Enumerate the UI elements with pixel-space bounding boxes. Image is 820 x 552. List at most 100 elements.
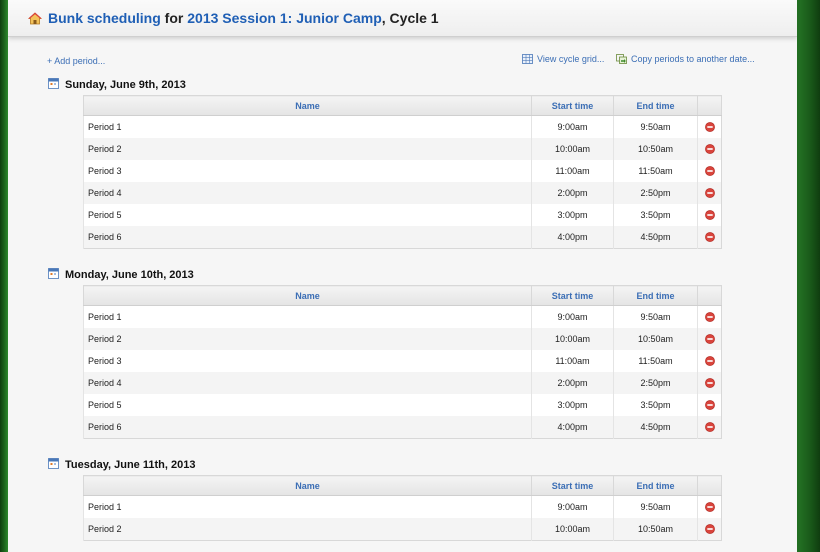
delete-cell xyxy=(697,204,722,226)
column-header-start[interactable]: Start time xyxy=(531,285,614,306)
period-name[interactable]: Period 6 xyxy=(83,226,532,249)
table-row[interactable]: Period 4 2:00pm 2:50pm xyxy=(83,182,722,204)
delete-cell xyxy=(697,182,722,204)
period-start: 10:00am xyxy=(531,138,614,160)
grid-icon xyxy=(522,54,533,64)
delete-icon[interactable] xyxy=(704,378,715,388)
period-name[interactable]: Period 4 xyxy=(83,372,532,394)
period-end: 3:50pm xyxy=(613,394,698,416)
table-row[interactable]: Period 3 11:00am 11:50am xyxy=(83,350,722,372)
delete-cell xyxy=(697,394,722,416)
period-end: 11:50am xyxy=(613,160,698,182)
column-header-actions xyxy=(697,285,722,306)
view-cycle-grid-label: View cycle grid... xyxy=(537,54,605,64)
period-name[interactable]: Period 5 xyxy=(83,394,532,416)
copy-icon xyxy=(616,54,627,64)
period-start: 9:00am xyxy=(531,495,614,518)
period-start: 3:00pm xyxy=(531,394,614,416)
copy-periods-label: Copy periods to another date... xyxy=(631,54,755,64)
delete-cell xyxy=(697,350,722,372)
session-link[interactable]: 2013 Session 1: Junior Camp xyxy=(187,10,382,26)
day-heading: Tuesday, June 11th, 2013 xyxy=(48,458,195,472)
column-header-actions xyxy=(697,95,722,116)
day-title: Monday, June 10th, 2013 xyxy=(65,269,194,281)
delete-icon[interactable] xyxy=(704,232,715,242)
period-name[interactable]: Period 6 xyxy=(83,416,532,439)
period-name[interactable]: Period 5 xyxy=(83,204,532,226)
delete-cell xyxy=(697,328,722,350)
table-header-row: Name Start time End time xyxy=(83,285,722,306)
home-icon[interactable] xyxy=(28,12,42,25)
period-name[interactable]: Period 1 xyxy=(83,115,532,138)
delete-cell xyxy=(697,305,722,328)
period-name[interactable]: Period 3 xyxy=(83,160,532,182)
copy-periods-link[interactable]: Copy periods to another date... xyxy=(616,54,755,64)
delete-cell xyxy=(697,115,722,138)
delete-icon[interactable] xyxy=(704,166,715,176)
table-row[interactable]: Period 6 4:00pm 4:50pm xyxy=(83,416,722,439)
period-name[interactable]: Period 1 xyxy=(83,495,532,518)
view-cycle-grid-link[interactable]: View cycle grid... xyxy=(522,54,604,64)
delete-icon[interactable] xyxy=(704,312,715,322)
table-row[interactable]: Period 5 3:00pm 3:50pm xyxy=(83,394,722,416)
delete-icon[interactable] xyxy=(704,122,715,132)
column-header-start[interactable]: Start time xyxy=(531,95,614,116)
period-start: 10:00am xyxy=(531,518,614,541)
day-title: Tuesday, June 11th, 2013 xyxy=(65,459,196,471)
period-start: 4:00pm xyxy=(531,226,614,249)
period-name[interactable]: Period 2 xyxy=(83,328,532,350)
table-row[interactable]: Period 1 9:00am 9:50am xyxy=(83,495,722,518)
column-header-name[interactable]: Name xyxy=(83,285,532,306)
delete-icon[interactable] xyxy=(704,188,715,198)
period-name[interactable]: Period 3 xyxy=(83,350,532,372)
column-header-start[interactable]: Start time xyxy=(531,475,614,496)
table-row[interactable]: Period 2 10:00am 10:50am xyxy=(83,138,722,160)
period-end: 3:50pm xyxy=(613,204,698,226)
period-end: 2:50pm xyxy=(613,372,698,394)
delete-icon[interactable] xyxy=(704,422,715,432)
column-header-end[interactable]: End time xyxy=(613,95,698,116)
table-row[interactable]: Period 5 3:00pm 3:50pm xyxy=(83,204,722,226)
table-row[interactable]: Period 1 9:00am 9:50am xyxy=(83,115,722,138)
table-row[interactable]: Period 2 10:00am 10:50am xyxy=(83,328,722,350)
day-title: Sunday, June 9th, 2013 xyxy=(65,79,186,91)
table-header-row: Name Start time End time xyxy=(83,475,722,496)
day-heading: Sunday, June 9th, 2013 xyxy=(48,78,186,92)
period-name[interactable]: Period 4 xyxy=(83,182,532,204)
table-row[interactable]: Period 1 9:00am 9:50am xyxy=(83,305,722,328)
period-start: 2:00pm xyxy=(531,182,614,204)
column-header-name[interactable]: Name xyxy=(83,475,532,496)
table-row[interactable]: Period 2 10:00am 10:50am xyxy=(83,518,722,541)
period-name[interactable]: Period 2 xyxy=(83,518,532,541)
page-panel: Bunk scheduling for 2013 Session 1: Juni… xyxy=(8,0,797,552)
delete-icon[interactable] xyxy=(704,334,715,344)
table-row[interactable]: Period 6 4:00pm 4:50pm xyxy=(83,226,722,249)
period-end: 9:50am xyxy=(613,495,698,518)
bunk-scheduling-link[interactable]: Bunk scheduling xyxy=(48,10,161,26)
delete-icon[interactable] xyxy=(704,502,715,512)
table-row[interactable]: Period 3 11:00am 11:50am xyxy=(83,160,722,182)
delete-cell xyxy=(697,138,722,160)
table-header-row: Name Start time End time xyxy=(83,95,722,116)
period-end: 10:50am xyxy=(613,328,698,350)
calendar-icon xyxy=(48,268,59,279)
delete-icon[interactable] xyxy=(704,356,715,366)
calendar-icon xyxy=(48,458,59,469)
delete-icon[interactable] xyxy=(704,400,715,410)
period-name[interactable]: Period 2 xyxy=(83,138,532,160)
toolbar: + Add period... View cycle grid... Copy … xyxy=(8,54,797,68)
period-end: 4:50pm xyxy=(613,416,698,439)
column-header-end[interactable]: End time xyxy=(613,475,698,496)
title-for-text: for xyxy=(160,10,188,26)
delete-icon[interactable] xyxy=(704,210,715,220)
page-header: Bunk scheduling for 2013 Session 1: Juni… xyxy=(8,0,797,37)
delete-cell xyxy=(697,518,722,541)
periods-table: Name Start time End time Period 1 9:00am… xyxy=(83,475,722,541)
delete-icon[interactable] xyxy=(704,144,715,154)
delete-icon[interactable] xyxy=(704,524,715,534)
column-header-name[interactable]: Name xyxy=(83,95,532,116)
column-header-end[interactable]: End time xyxy=(613,285,698,306)
add-period-link[interactable]: + Add period... xyxy=(47,56,105,66)
period-name[interactable]: Period 1 xyxy=(83,305,532,328)
table-row[interactable]: Period 4 2:00pm 2:50pm xyxy=(83,372,722,394)
